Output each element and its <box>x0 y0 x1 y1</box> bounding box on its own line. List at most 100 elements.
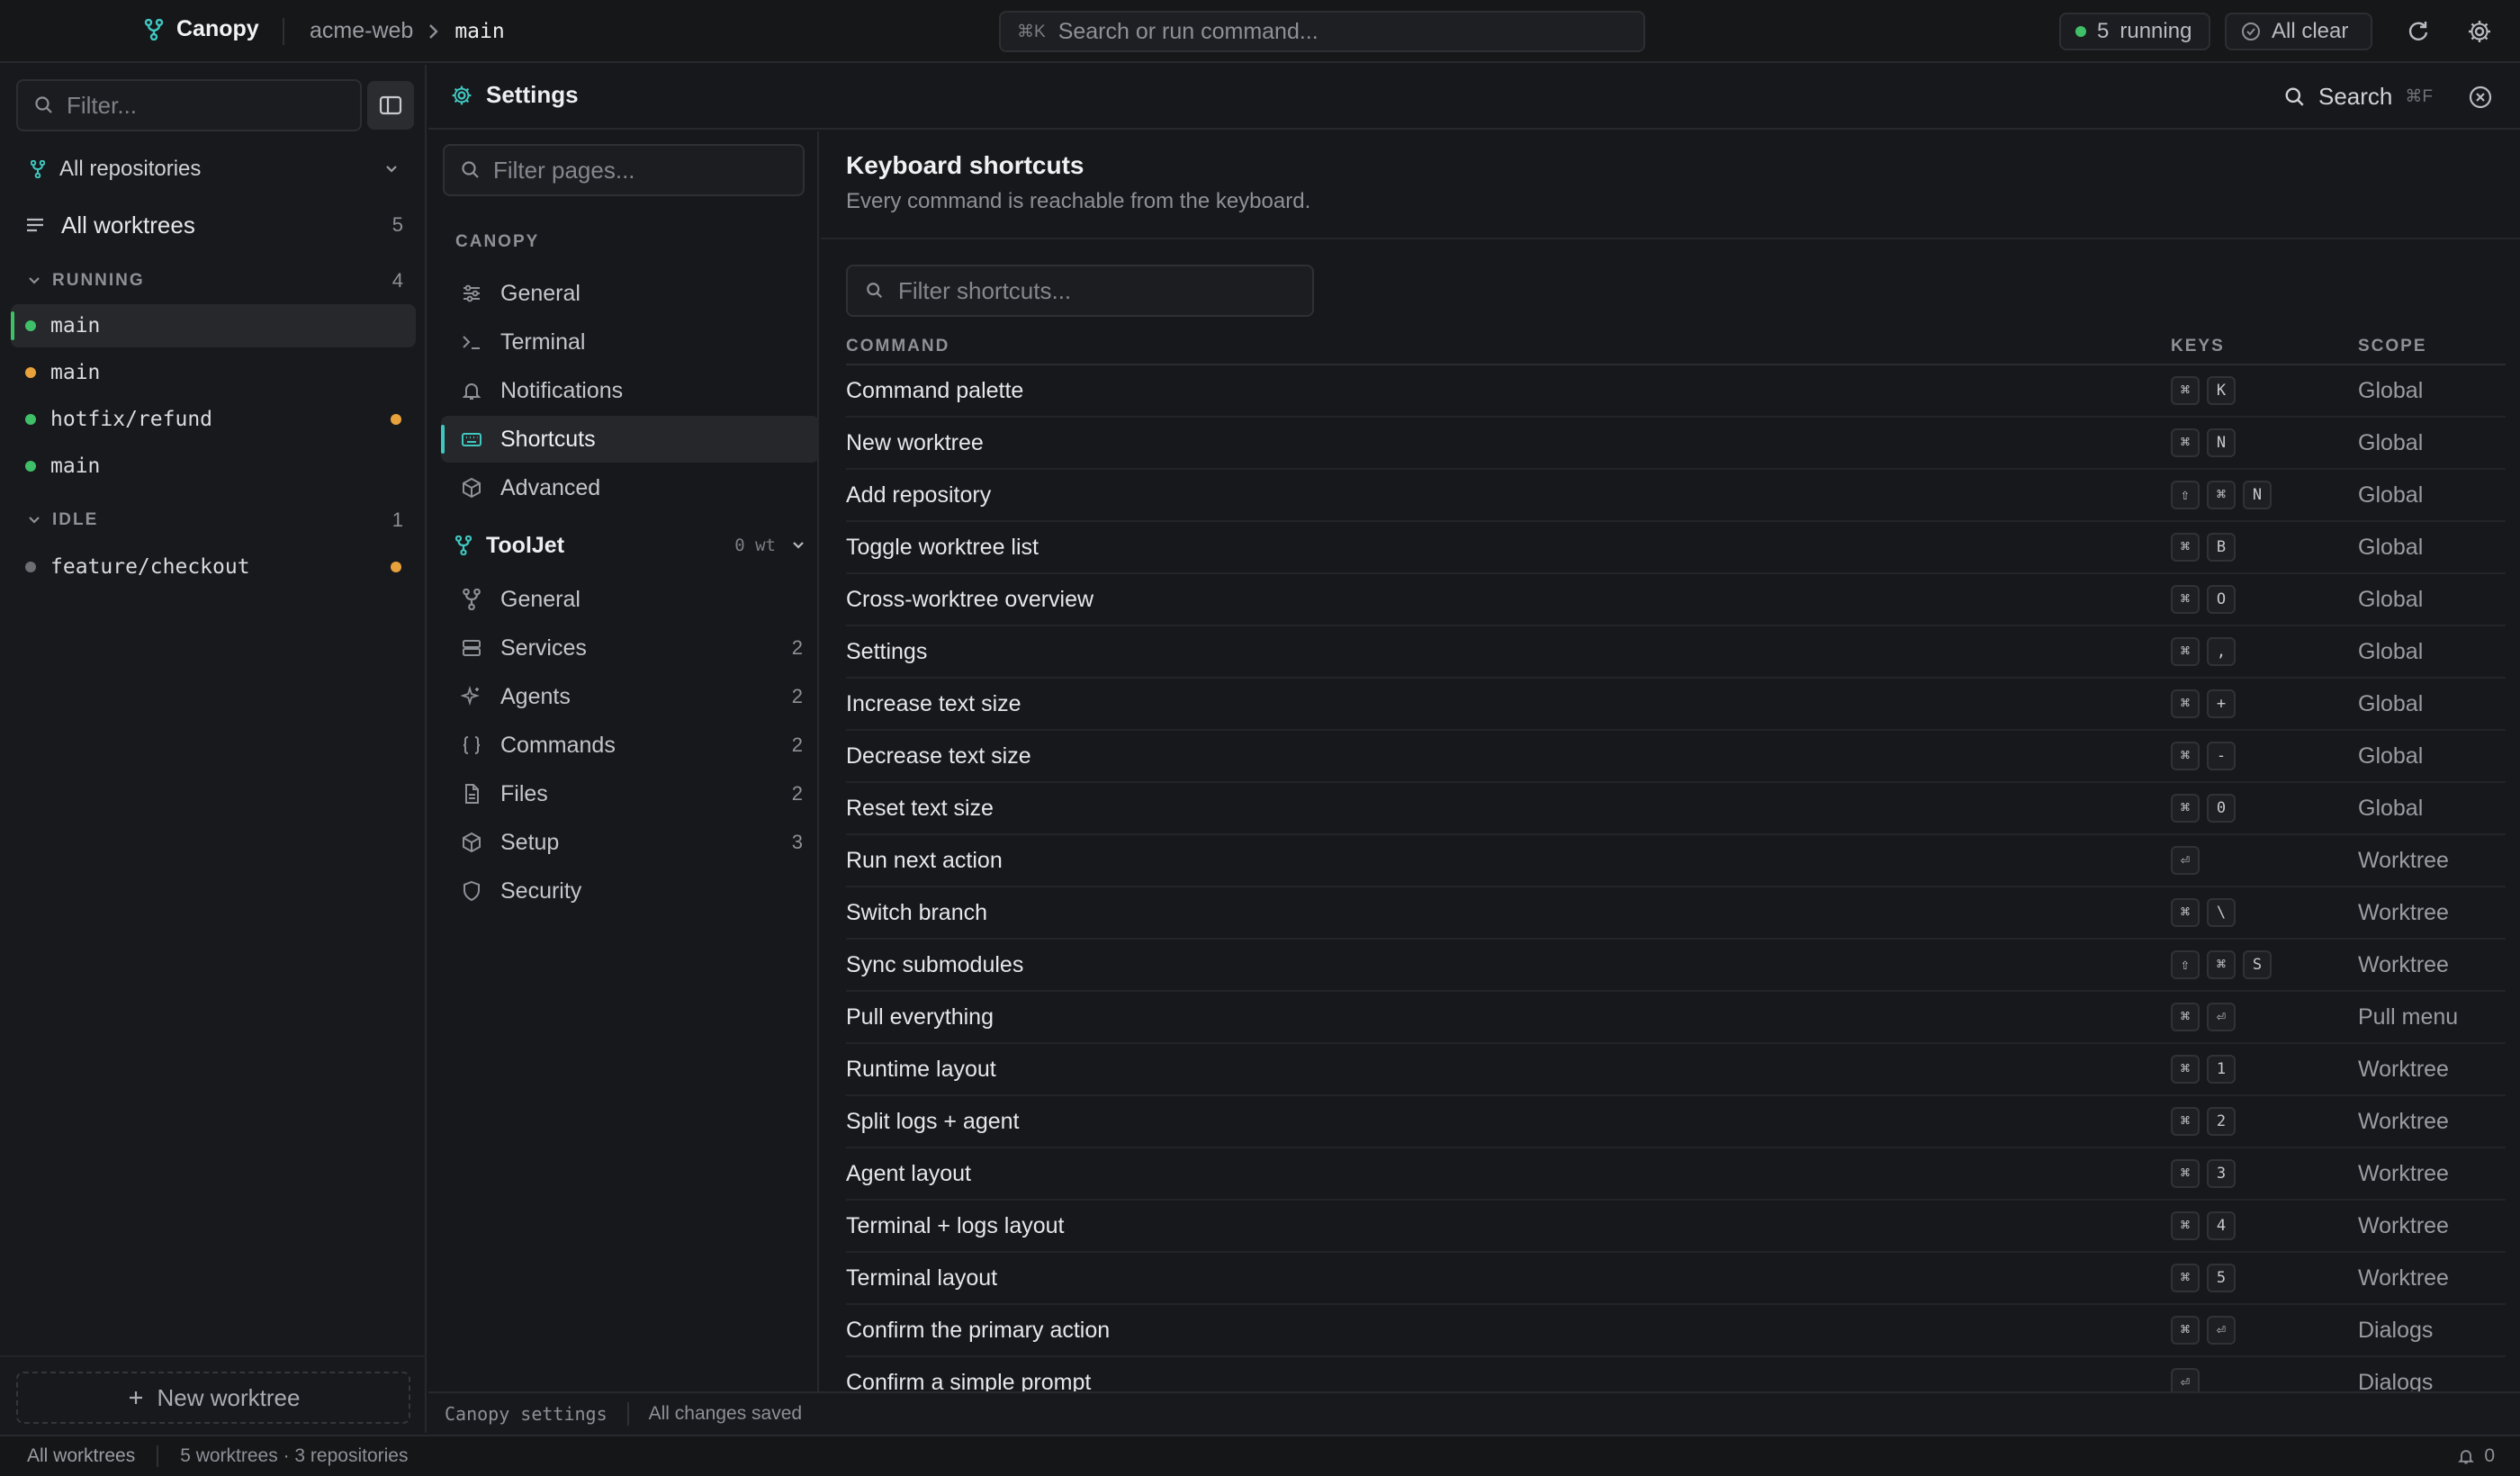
table-row[interactable]: Reset text size ⌘ 0 Global <box>846 783 2506 835</box>
refresh-icon[interactable] <box>2405 18 2432 45</box>
command-search-bar[interactable]: ⌘K Search or run command... <box>999 11 1645 52</box>
table-row[interactable]: Runtime layout ⌘ 1 Worktree <box>846 1044 2506 1096</box>
breadcrumb-repo[interactable]: acme-web <box>310 18 413 44</box>
nav-item-terminal[interactable]: Terminal <box>441 319 819 365</box>
nav-item-label: General <box>500 586 580 612</box>
nav-item-label: Notifications <box>500 377 624 403</box>
running-count: 5 <box>2097 19 2110 43</box>
shortcut-command: Command palette <box>846 378 1024 403</box>
sidebar-filter-input[interactable]: Filter... <box>16 79 362 131</box>
status-scope-label[interactable]: All worktrees <box>27 1445 135 1467</box>
worktree-name: main <box>50 361 101 384</box>
settings-search-button[interactable]: Search ⌘F <box>2284 83 2433 111</box>
table-row[interactable]: Decrease text size ⌘ - Global <box>846 731 2506 783</box>
table-row[interactable]: Run next action ⏎ Worktree <box>846 835 2506 887</box>
gear-icon[interactable] <box>2466 18 2493 45</box>
nav-item-security[interactable]: Security <box>441 868 819 914</box>
status-running-icon <box>25 414 36 425</box>
table-row[interactable]: Increase text size ⌘ + Global <box>846 679 2506 731</box>
nav-item-project-general[interactable]: General <box>441 576 819 623</box>
table-row[interactable]: Add repository ⇧ ⌘ N Global <box>846 470 2506 522</box>
shortcut-scope: Global <box>2358 378 2424 403</box>
running-status-pill[interactable]: 5 running <box>2059 13 2210 50</box>
table-row[interactable]: Confirm a simple prompt ⏎ Dialogs <box>846 1357 2506 1391</box>
all-worktrees-item[interactable]: All worktrees 5 <box>25 207 403 243</box>
list-icon <box>25 216 45 234</box>
worktree-item[interactable]: hotfix/refund <box>11 398 416 441</box>
table-row[interactable]: Switch branch ⌘ \ Worktree <box>846 887 2506 940</box>
branch-icon <box>461 589 482 610</box>
notifications-button[interactable]: 0 <box>2457 1445 2495 1467</box>
worktree-item[interactable]: main <box>11 304 416 347</box>
nav-item-shortcuts[interactable]: Shortcuts <box>441 416 819 463</box>
table-row[interactable]: Cross-worktree overview ⌘ O Global <box>846 574 2506 626</box>
nav-item-agents[interactable]: Agents 2 <box>441 673 819 720</box>
keycap: ⌘ <box>2171 637 2200 666</box>
table-row[interactable]: Split logs + agent ⌘ 2 Worktree <box>846 1096 2506 1148</box>
keycap: ⌘ <box>2171 376 2200 405</box>
sidebar-toggle-button[interactable] <box>367 81 414 130</box>
status-idle-icon <box>25 562 36 572</box>
table-row[interactable]: Command palette ⌘ K Global <box>846 365 2506 418</box>
nav-item-count: 2 <box>791 782 803 805</box>
table-row[interactable]: Terminal + logs layout ⌘ 4 Worktree <box>846 1201 2506 1253</box>
repository-select[interactable]: All repositories <box>31 151 400 187</box>
group-idle-header[interactable]: IDLE 1 <box>27 506 403 535</box>
sidebar-filter-placeholder: Filter... <box>67 91 138 119</box>
app-brand[interactable]: Canopy <box>144 16 259 42</box>
nav-item-notifications[interactable]: Notifications <box>441 367 819 414</box>
column-header-command: COMMAND <box>846 337 950 356</box>
filter-pages-input[interactable]: Filter pages... <box>443 144 805 196</box>
page-title: Keyboard shortcuts <box>846 151 1084 179</box>
shortcut-command: Agent layout <box>846 1161 971 1186</box>
table-row[interactable]: Settings ⌘, Global <box>846 626 2506 679</box>
status-running-icon <box>25 461 36 472</box>
close-icon[interactable] <box>2468 85 2493 110</box>
status-dirty-icon <box>25 367 36 378</box>
shortcut-scope: Worktree <box>2358 848 2449 873</box>
keycap: ⏎ <box>2171 846 2200 875</box>
file-icon <box>461 783 482 805</box>
nav-item-advanced[interactable]: Advanced <box>441 464 819 511</box>
status-summary: 5 worktrees · 3 repositories <box>180 1445 409 1466</box>
shortcut-scope: Global <box>2358 482 2424 508</box>
shortcut-command: Reset text size <box>846 796 994 821</box>
chevron-down-icon <box>790 539 806 552</box>
nav-item-label: Services <box>500 634 587 661</box>
table-row[interactable]: Agent layout ⌘ 3 Worktree <box>846 1148 2506 1201</box>
table-row[interactable]: Toggle worktree list ⌘ B Global <box>846 522 2506 574</box>
nav-item-commands[interactable]: Commands 2 <box>441 722 819 769</box>
worktree-item[interactable]: feature/checkout <box>11 545 416 589</box>
all-worktrees-count: 5 <box>392 213 403 236</box>
nav-item-count: 2 <box>791 636 803 659</box>
keycap: N <box>2207 428 2236 457</box>
shortcut-keys: ⌘ 5 <box>2171 1264 2236 1292</box>
shortcut-command: New worktree <box>846 430 984 455</box>
shortcut-scope: Worktree <box>2358 1265 2449 1291</box>
breadcrumb-branch[interactable]: main <box>454 20 504 43</box>
command-search-placeholder: Search or run command... <box>1058 18 1318 44</box>
shortcut-scope: Pull menu <box>2358 1004 2459 1030</box>
table-row[interactable]: Terminal layout ⌘ 5 Worktree <box>846 1253 2506 1305</box>
new-worktree-button[interactable]: New worktree <box>16 1372 410 1424</box>
nav-item-files[interactable]: Files 2 <box>441 770 819 817</box>
shortcut-command: Switch branch <box>846 900 988 925</box>
table-row[interactable]: Sync submodules ⇧ ⌘ S Worktree <box>846 940 2506 992</box>
health-status-pill[interactable]: All clear <box>2225 13 2372 50</box>
table-row[interactable]: Pull everything ⌘ ⏎ Pull menu <box>846 992 2506 1044</box>
nav-item-setup[interactable]: Setup 3 <box>441 819 819 866</box>
table-row[interactable]: Confirm the primary action ⌘ ⏎ Dialogs <box>846 1305 2506 1357</box>
worktree-item[interactable]: main <box>11 351 416 394</box>
table-body: Command palette ⌘ K Global New worktree ⌘ N Glo… <box>846 365 2506 1391</box>
nav-item-general[interactable]: General <box>441 270 819 317</box>
table-row[interactable]: New worktree ⌘ N Global <box>846 418 2506 470</box>
shortcut-keys: ⏎ <box>2171 1368 2200 1391</box>
filter-shortcuts-input[interactable]: Filter shortcuts... <box>846 265 1314 317</box>
save-status: All changes saved <box>648 1403 803 1424</box>
nav-item-services[interactable]: Services 2 <box>441 625 819 671</box>
group-running-header[interactable]: RUNNING 4 <box>27 266 403 295</box>
worktree-item[interactable]: main <box>11 445 416 488</box>
shortcut-keys: ⏎ <box>2171 846 2200 875</box>
project-header-tooljet[interactable]: ToolJet 0 wt <box>455 527 806 563</box>
sliders-icon <box>461 283 482 304</box>
